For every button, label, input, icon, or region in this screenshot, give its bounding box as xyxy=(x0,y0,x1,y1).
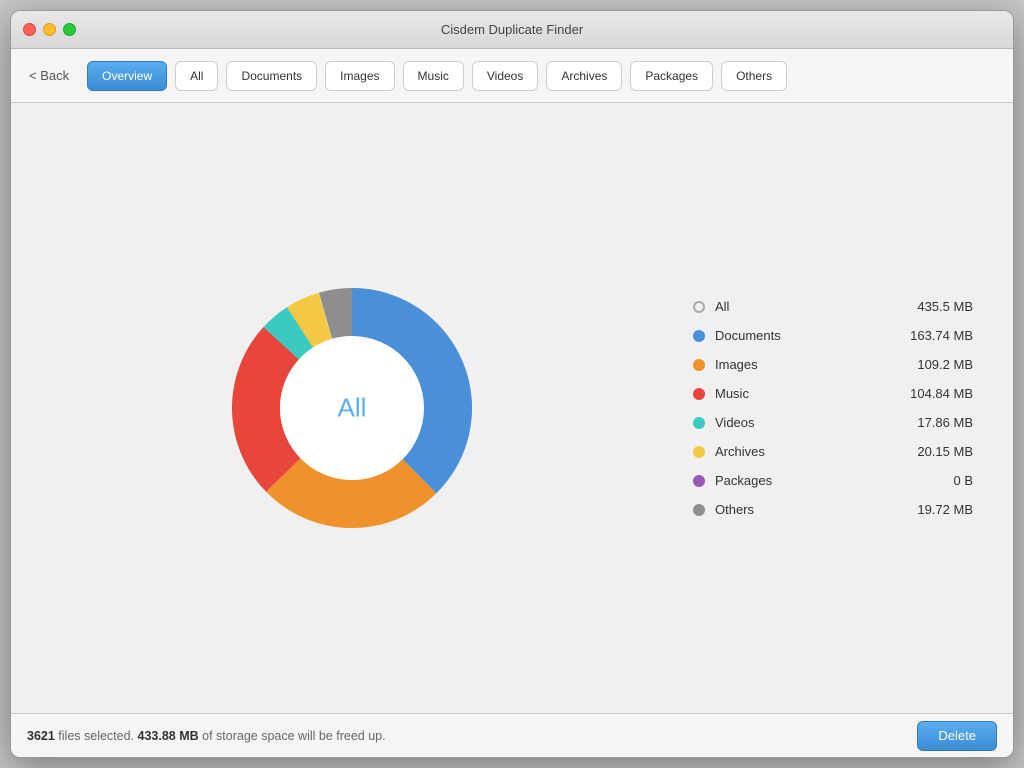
status-text-prefix: files selected. xyxy=(58,729,137,743)
legend-dot-others xyxy=(693,504,705,516)
legend-value-images: 109.2 MB xyxy=(893,357,973,372)
minimize-button[interactable] xyxy=(43,23,56,36)
legend-dot-videos xyxy=(693,417,705,429)
status-text-suffix: of storage space will be freed up. xyxy=(202,729,385,743)
tab-videos[interactable]: Videos xyxy=(472,61,538,91)
legend-item-others[interactable]: Others 19.72 MB xyxy=(693,495,973,524)
legend-value-others: 19.72 MB xyxy=(893,502,973,517)
tab-documents[interactable]: Documents xyxy=(226,61,317,91)
legend-value-videos: 17.86 MB xyxy=(893,415,973,430)
traffic-lights xyxy=(23,23,76,36)
legend-item-images[interactable]: Images 109.2 MB xyxy=(693,350,973,379)
legend-value-archives: 20.15 MB xyxy=(893,444,973,459)
legend-label-all: All xyxy=(715,299,893,314)
storage-size: 433.88 MB xyxy=(138,729,199,743)
legend-item-music[interactable]: Music 104.84 MB xyxy=(693,379,973,408)
chart-section: All xyxy=(51,248,653,568)
legend-item-archives[interactable]: Archives 20.15 MB xyxy=(693,437,973,466)
legend-dot-all xyxy=(693,301,705,313)
status-text: 3621 files selected. 433.88 MB of storag… xyxy=(27,729,386,743)
toolbar: < Back Overview All Documents Images Mus… xyxy=(11,49,1013,103)
legend-label-images: Images xyxy=(715,357,893,372)
donut-chart-svg xyxy=(192,248,512,568)
window-title: Cisdem Duplicate Finder xyxy=(441,22,583,37)
legend-dot-music xyxy=(693,388,705,400)
delete-button[interactable]: Delete xyxy=(917,721,997,751)
tab-images[interactable]: Images xyxy=(325,61,394,91)
legend-item-all[interactable]: All 435.5 MB xyxy=(693,292,973,321)
legend-section: All 435.5 MB Documents 163.74 MB Images … xyxy=(693,292,973,524)
legend-label-archives: Archives xyxy=(715,444,893,459)
legend-value-music: 104.84 MB xyxy=(893,386,973,401)
legend-value-documents: 163.74 MB xyxy=(893,328,973,343)
statusbar: 3621 files selected. 433.88 MB of storag… xyxy=(11,713,1013,757)
back-button[interactable]: < Back xyxy=(23,68,75,83)
tab-others[interactable]: Others xyxy=(721,61,787,91)
legend-dot-packages xyxy=(693,475,705,487)
tab-packages[interactable]: Packages xyxy=(630,61,713,91)
legend-label-others: Others xyxy=(715,502,893,517)
main-content: All All 435.5 MB Documents 163.74 MB Ima… xyxy=(11,103,1013,713)
titlebar: Cisdem Duplicate Finder xyxy=(11,11,1013,49)
legend-value-all: 435.5 MB xyxy=(893,299,973,314)
close-button[interactable] xyxy=(23,23,36,36)
tab-overview[interactable]: Overview xyxy=(87,61,167,91)
legend-item-videos[interactable]: Videos 17.86 MB xyxy=(693,408,973,437)
maximize-button[interactable] xyxy=(63,23,76,36)
legend-dot-archives xyxy=(693,446,705,458)
legend-dot-documents xyxy=(693,330,705,342)
tab-archives[interactable]: Archives xyxy=(546,61,622,91)
files-count: 3621 xyxy=(27,729,55,743)
legend-label-packages: Packages xyxy=(715,473,893,488)
legend-item-documents[interactable]: Documents 163.74 MB xyxy=(693,321,973,350)
tab-music[interactable]: Music xyxy=(403,61,464,91)
legend-dot-images xyxy=(693,359,705,371)
legend-label-music: Music xyxy=(715,386,893,401)
legend-value-packages: 0 B xyxy=(893,473,973,488)
tab-all[interactable]: All xyxy=(175,61,218,91)
donut-chart: All xyxy=(192,248,512,568)
legend-item-packages[interactable]: Packages 0 B xyxy=(693,466,973,495)
legend-label-documents: Documents xyxy=(715,328,893,343)
app-window: Cisdem Duplicate Finder < Back Overview … xyxy=(10,10,1014,758)
legend-label-videos: Videos xyxy=(715,415,893,430)
